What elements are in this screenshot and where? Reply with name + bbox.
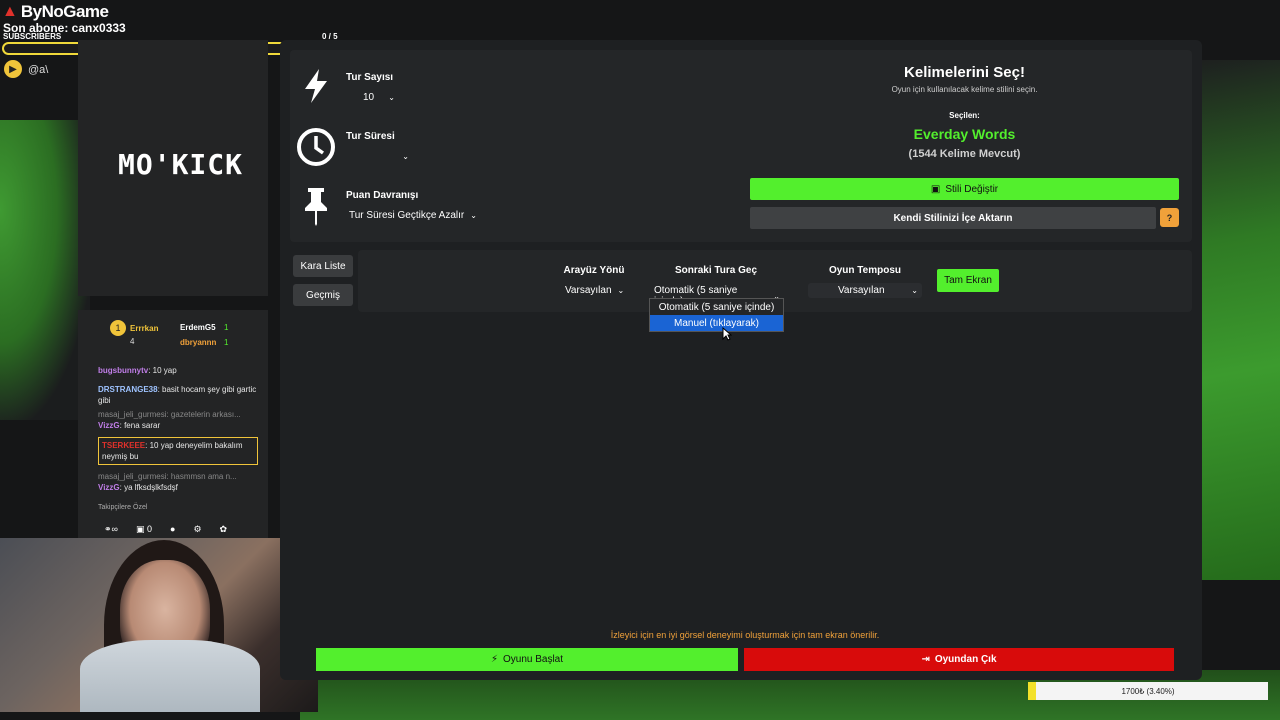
puzzle-icon[interactable]: ✿ [220, 524, 228, 535]
chat-message: VizzG: fena sarar [98, 421, 161, 430]
top-user: dbryannn [180, 338, 217, 347]
rounds-select[interactable]: 10 ⌄ [343, 90, 399, 105]
exit-icon: ⇥ [921, 654, 930, 665]
top-user-count: 4 [130, 337, 135, 346]
words-subtitle: Oyun için kullanılacak kelime stilini se… [891, 85, 1038, 94]
handle: @a\ [28, 64, 49, 76]
change-style-button[interactable]: ▣ Stili Değiştir [750, 178, 1179, 200]
help-button[interactable]: ? [1160, 208, 1179, 227]
bolt-icon: ⚡ [490, 654, 498, 665]
word-count: (1544 Kelime Mevcut) [908, 148, 1021, 160]
chat-message: VizzG: ya lfksdşlkfsdşf [98, 483, 178, 492]
background-scenery-left [0, 120, 90, 420]
words-title: Kelimelerini Seç! [904, 64, 1025, 81]
chat-reply: masaj_jeli_gurmesi: gazetelerin arkası..… [98, 410, 241, 419]
clock-icon [296, 127, 336, 172]
points-label: Puan Davranışı [346, 190, 419, 201]
share-icon[interactable]: ⚭∞ [104, 524, 118, 535]
donation-goal-fill [1028, 682, 1037, 700]
next-round-label: Sonraki Tura Geç [674, 265, 758, 276]
selected-style-name: Everday Words [913, 126, 1016, 142]
dropdown-option-auto[interactable]: Otomatik (5 saniye içinde) [650, 299, 783, 315]
ui-direction-label: Arayüz Yönü [563, 265, 625, 276]
chevron-down-icon: ⌄ [402, 151, 409, 161]
top-user: ErdemG5 [180, 323, 216, 332]
store-icon[interactable]: ▣ 0 [136, 524, 152, 535]
chat-message-highlighted: TSERKEEE: 10 yap deneyelim bakalım neymi… [98, 437, 258, 465]
fullscreen-button[interactable]: Tam Ekran [937, 269, 999, 292]
points-select[interactable]: Tur Süresi Geçtikçe Azalır ⌄ [345, 208, 481, 223]
top-user-count: 1 [224, 338, 229, 347]
bolt-icon [300, 68, 332, 109]
chat-message: DRSTRANGE38: basit hocam şey gibi gartic… [98, 385, 257, 405]
chat-message: bugsbunnytv: 10 yap [98, 366, 177, 375]
chat-icon[interactable]: ● [170, 524, 175, 535]
chevron-down-icon: ⌄ [470, 211, 477, 220]
start-game-button[interactable]: ⚡ Oyunu Başlat [316, 648, 738, 671]
mouse-cursor-icon [722, 326, 733, 346]
trophy-icon: 1 [110, 320, 126, 336]
chevron-down-icon: ⌄ [617, 286, 625, 295]
play-icon: ▶ [4, 60, 22, 78]
chevron-down-icon: ⌄ [388, 93, 395, 102]
brand-logo: ▲ ByNoGame [2, 2, 109, 21]
donation-goal-bar: 1700₺ (3.40%) [1028, 682, 1268, 700]
gear-icon[interactable]: ⚙ [193, 524, 201, 535]
top-user: Errrkan [130, 324, 159, 333]
chat-panel: 1 Errrkan 4 ErdemG5 1 dbryannn 1 bugsbun… [78, 310, 268, 540]
time-select[interactable]: ⌄ [343, 149, 413, 163]
history-button[interactable]: Geçmiş [293, 284, 353, 306]
ui-direction-select[interactable]: Varsayılan ⌄ [561, 283, 627, 298]
chat-toolbar: ⚭∞ ▣ 0 ● ⚙ ✿ [104, 524, 227, 535]
subs-label: SUBSCRIBERS [3, 32, 62, 41]
top-user-count: 1 [224, 323, 229, 332]
flame-icon: ▲ [2, 3, 18, 20]
next-round-dropdown[interactable]: Otomatik (5 saniye içinde) Manuel (tıkla… [649, 298, 784, 332]
webcam-shirt [80, 640, 260, 712]
dropdown-option-manual[interactable]: Manuel (tıklayarak) [650, 315, 783, 331]
import-style-button[interactable]: Kendi Stilinizi İçe Aktarın [750, 207, 1156, 229]
exit-game-button[interactable]: ⇥ Oyundan Çık [744, 648, 1174, 671]
chat-messages: bugsbunnytv: 10 yap DRSTRANGE38: basit h… [98, 365, 258, 493]
tempo-select[interactable]: Varsayılan ⌄ [808, 283, 922, 298]
selected-label: Seçilen: [949, 111, 980, 120]
brand-card: MO'KICK [78, 40, 268, 296]
save-icon: ▣ [930, 183, 941, 195]
side-logo: MO'KICK [118, 148, 244, 181]
chat-footer: Takipçilere Özel [98, 504, 148, 511]
chat-reply: masaj_jeli_gurmesi: hasmmsn ama n... [98, 472, 237, 481]
pin-icon [302, 186, 330, 231]
chevron-down-icon: ⌄ [911, 286, 918, 295]
rounds-label: Tur Sayısı [346, 72, 394, 83]
tempo-label: Oyun Temposu [828, 265, 902, 276]
fullscreen-hint: İzleyici için en iyi görsel deneyimi olu… [610, 630, 880, 640]
time-label: Tur Süresi [346, 131, 395, 142]
blacklist-button[interactable]: Kara Liste [293, 255, 353, 277]
